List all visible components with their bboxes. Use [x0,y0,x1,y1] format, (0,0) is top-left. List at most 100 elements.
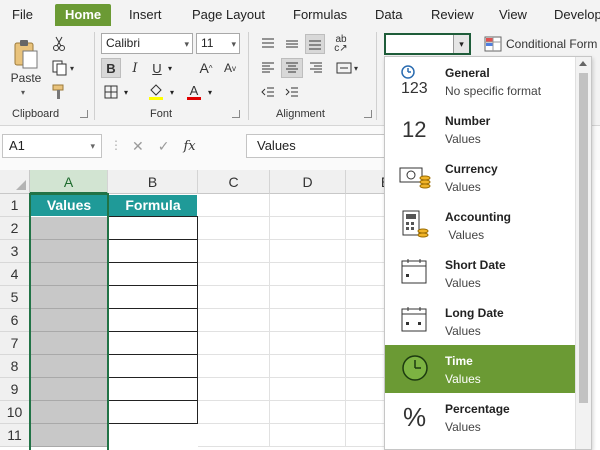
row-header[interactable]: 10 [0,401,30,424]
tab-file[interactable]: File [12,4,33,26]
row-header[interactable]: 4 [0,263,30,286]
formula-cell[interactable] [108,354,198,378]
column-header-d[interactable]: D [270,170,346,194]
grid-cell[interactable] [198,355,270,378]
underline-button[interactable]: U [148,58,166,78]
format-option-accounting[interactable]: Accounting Values [385,201,577,249]
conditional-formatting-button[interactable]: Conditional Form [484,33,600,55]
decrease-font-size-button[interactable]: Av [220,58,240,78]
font-color-button[interactable]: A [184,82,204,102]
increase-indent-button[interactable] [282,82,302,102]
formula-cell[interactable] [108,216,198,240]
grid-cell[interactable] [198,378,270,401]
grid-cell[interactable] [270,309,346,332]
tab-view[interactable]: View [499,4,527,26]
paste-dropdown-icon[interactable]: ▾ [21,88,25,97]
underline-dropdown-icon[interactable]: ▾ [168,64,172,73]
values-cell[interactable] [30,309,108,332]
grid-cell[interactable] [270,401,346,424]
values-cell[interactable] [30,263,108,286]
paste-button[interactable]: Paste [8,34,44,90]
font-name-select[interactable]: Calibri ▾ [101,33,193,54]
align-right-button[interactable] [306,58,326,78]
column-header-a[interactable]: A [30,170,108,194]
cut-button[interactable] [48,34,70,54]
column-header-b[interactable]: B [108,170,198,194]
tab-home[interactable]: Home [55,4,112,26]
fill-color-dropdown-icon[interactable]: ▾ [170,88,174,97]
grid-cell[interactable] [198,332,270,355]
format-option-time[interactable]: Time Values [385,345,577,393]
formula-cell[interactable] [108,239,198,263]
formula-cell[interactable] [108,262,198,286]
grid-cell[interactable] [270,263,346,286]
row-header[interactable]: 5 [0,286,30,309]
fill-color-button[interactable] [146,82,166,102]
row-header[interactable]: 8 [0,355,30,378]
grid-cell[interactable] [198,309,270,332]
formula-cell[interactable] [108,400,198,424]
scroll-thumb[interactable] [579,73,588,403]
increase-font-size-button[interactable]: A ^ [196,58,216,78]
values-cell[interactable] [30,378,108,401]
grid-cell[interactable] [270,240,346,263]
orientation-button[interactable]: ab c↗ [330,33,352,55]
tab-page-layout[interactable]: Page Layout [192,4,265,26]
values-cell[interactable] [30,217,108,240]
formula-cell[interactable] [108,285,198,309]
values-cell[interactable] [30,240,108,263]
format-painter-button[interactable] [48,82,70,102]
align-top-button[interactable] [258,34,278,54]
values-cell[interactable] [30,401,108,424]
alignment-launcher-icon[interactable] [364,110,372,118]
tab-developer[interactable]: Develop [554,4,600,26]
row-header[interactable]: 3 [0,240,30,263]
values-cell[interactable] [30,286,108,309]
tab-data[interactable]: Data [375,4,402,26]
format-option-long-date[interactable]: Long Date Values [385,297,577,345]
number-format-select[interactable]: ▾ [384,33,471,55]
tab-formulas[interactable]: Formulas [293,4,347,26]
grid-cell[interactable] [198,217,270,240]
font-launcher-icon[interactable] [232,110,240,118]
grid-cell[interactable] [198,286,270,309]
borders-button[interactable] [101,82,121,102]
scroll-up-icon[interactable] [579,61,587,66]
select-all-corner[interactable] [0,170,30,194]
formula-cell[interactable] [108,377,198,401]
values-cell[interactable] [30,355,108,378]
row-header[interactable]: 11 [0,424,30,447]
grid-cell[interactable] [270,424,346,447]
formula-input[interactable]: Values [246,134,396,158]
decrease-indent-button[interactable] [258,82,278,102]
row-header[interactable]: 2 [0,217,30,240]
grid-cell[interactable] [198,263,270,286]
grid-cell[interactable] [270,194,346,217]
align-left-button[interactable] [258,58,278,78]
format-option-short-date[interactable]: Short Date Values [385,249,577,297]
table-header-values[interactable]: Values [30,194,108,217]
row-header[interactable]: 7 [0,332,30,355]
grid-cell[interactable] [270,217,346,240]
borders-dropdown-icon[interactable]: ▾ [124,88,128,97]
align-center-button[interactable] [281,58,303,78]
italic-button[interactable]: I [126,58,144,78]
grid-cell[interactable] [198,401,270,424]
row-header[interactable]: 9 [0,378,30,401]
name-box[interactable]: A1 ▾ [2,134,102,158]
format-option-percentage[interactable]: % Percentage Values [385,393,577,441]
grid-cell[interactable] [270,355,346,378]
grid-cell[interactable] [270,378,346,401]
clipboard-launcher-icon[interactable] [80,110,88,118]
format-option-general[interactable]: 123 General No specific format [385,57,577,105]
insert-function-icon[interactable]: fx [183,139,195,154]
enter-check-icon[interactable]: ✓ [158,138,170,155]
row-header[interactable]: 6 [0,309,30,332]
dropdown-scrollbar[interactable] [575,57,591,449]
row-header[interactable]: 1 [0,194,30,217]
font-size-select[interactable]: 11 ▾ [196,33,240,54]
font-color-dropdown-icon[interactable]: ▾ [208,88,212,97]
align-bottom-button[interactable] [305,34,325,54]
grid-cell[interactable] [198,424,270,447]
table-header-formula[interactable]: Formula [108,194,198,217]
